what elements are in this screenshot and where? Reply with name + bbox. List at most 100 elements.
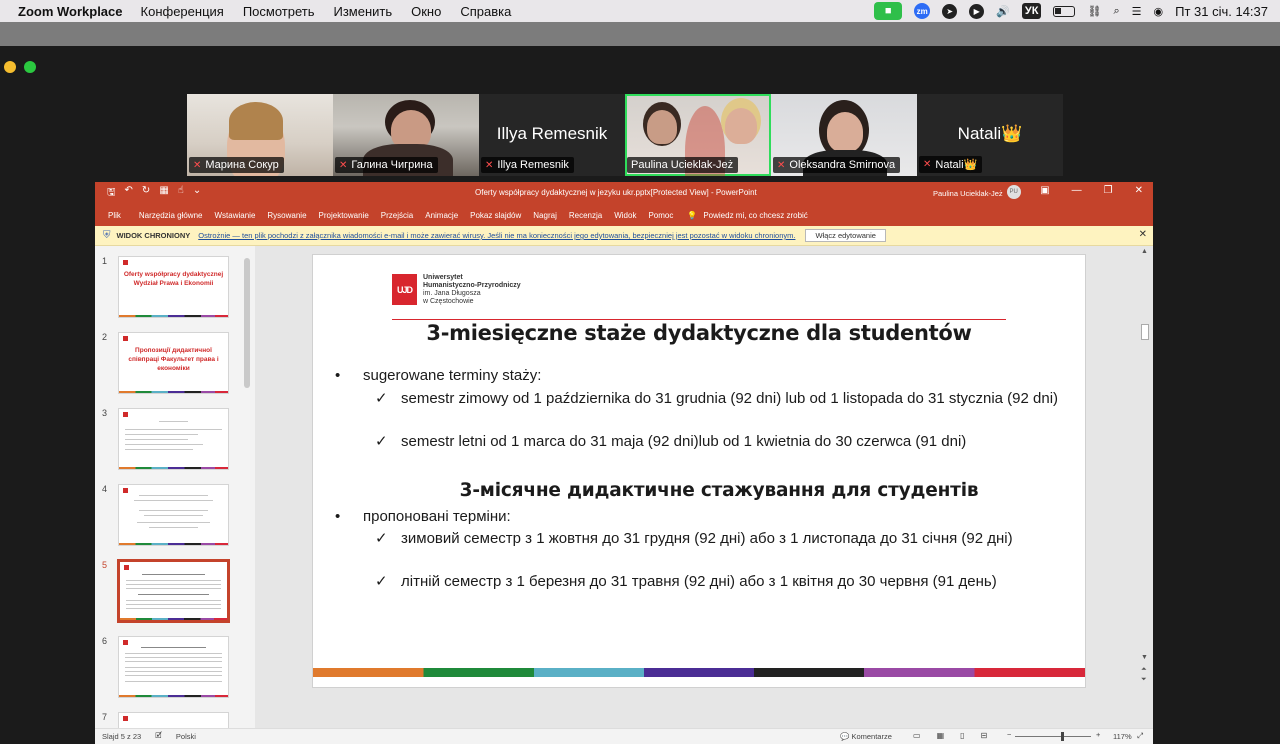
battery-icon[interactable] <box>1053 5 1076 17</box>
slide-thumbnail[interactable]: 6 <box>95 636 245 702</box>
menu-conference[interactable]: Конференция <box>141 4 224 19</box>
menu-edit[interactable]: Изменить <box>333 4 392 19</box>
comments-button[interactable]: 💬 Komentarze <box>840 732 892 741</box>
input-source-indicator[interactable]: УК <box>1021 3 1042 19</box>
protected-view-message[interactable]: Ostrożnie — ten plik pochodzi z załączni… <box>198 231 795 240</box>
slide-thumbnail[interactable]: 4 <box>95 484 245 550</box>
tell-me-search[interactable]: Powiedz mi, co chcesz zrobić <box>703 211 807 220</box>
participant-display-name: Illya Remesnik <box>496 124 608 143</box>
university-line: im. Jana Długosza <box>423 290 481 298</box>
ribbon-display-icon[interactable]: ▣ <box>1040 185 1049 196</box>
slide-sorter-icon[interactable]: ▦ <box>937 731 945 740</box>
participant-name: Natali👑 <box>935 159 978 171</box>
save-icon[interactable]: 🖫 <box>107 185 116 202</box>
tab-view[interactable]: Widok <box>614 211 636 220</box>
volume-icon[interactable]: 🔊 <box>996 3 1010 19</box>
fit-to-window-icon[interactable]: ⤢ <box>1137 731 1143 741</box>
present-icon[interactable]: ▦ <box>159 185 168 202</box>
language-indicator[interactable]: Polski <box>176 732 196 741</box>
thumbnails-scrollbar[interactable] <box>242 246 252 726</box>
slide-preview <box>118 712 229 728</box>
slideshow-view-icon[interactable]: ⊟ <box>981 731 988 740</box>
spellcheck-icon[interactable]: 🗹 <box>155 730 162 743</box>
normal-view-icon[interactable]: ▭ <box>913 731 921 740</box>
participant-tile[interactable]: ✕ Марина Сокур <box>187 94 333 176</box>
tab-file[interactable]: Plik <box>108 211 121 220</box>
slide-scrollbar[interactable]: ▲ ▼ ⏶ ⏷ <box>1139 246 1151 728</box>
tab-record[interactable]: Nagraj <box>533 211 557 220</box>
mic-muted-icon: ✕ <box>339 159 348 171</box>
restore-icon[interactable]: ❐ <box>1104 185 1113 196</box>
zoom-out-icon[interactable]: − <box>1007 730 1011 739</box>
slide-thumbnail[interactable]: 3 <box>95 408 245 474</box>
previous-slide-icon[interactable]: ⏶ <box>1141 666 1147 674</box>
minimize-button[interactable] <box>4 61 16 73</box>
undo-icon[interactable]: ↶ <box>125 185 133 202</box>
ppt-user[interactable]: Paulina Ucieklak-Jeż PU <box>933 185 1021 199</box>
zoom-status-icon[interactable]: zm <box>914 3 931 19</box>
tab-design[interactable]: Projektowanie <box>319 211 369 220</box>
zoom-slider-thumb[interactable] <box>1061 732 1064 741</box>
tab-review[interactable]: Recenzja <box>569 211 602 220</box>
clock[interactable]: Пт 31 січ. 14:37 <box>1175 4 1268 19</box>
scroll-down-icon[interactable]: ▼ <box>1141 654 1148 661</box>
text-line <box>144 515 203 516</box>
participant-name-tag: ✕ Марина Сокур <box>189 157 284 173</box>
tab-slideshow[interactable]: Pokaz slajdów <box>470 211 521 220</box>
status-bar: Slajd 5 z 23 🗹 Polski 💬 Komentarze ▭ ▦ ▯… <box>95 728 1153 744</box>
zoom-slider-track[interactable] <box>1015 736 1091 737</box>
color-stripe <box>313 668 1085 677</box>
next-slide-icon[interactable]: ⏷ <box>1141 676 1147 684</box>
tab-transitions[interactable]: Przejścia <box>381 211 413 220</box>
tab-animations[interactable]: Animacje <box>425 211 458 220</box>
tab-insert[interactable]: Wstawianie <box>214 211 255 220</box>
participant-tile[interactable]: ✕ Oleksandra Smirnova <box>771 94 917 176</box>
slide-thumbnail[interactable]: 1 Oferty współpracy dydaktycznej Wydział… <box>95 256 245 322</box>
scrollbar-thumb[interactable] <box>1141 324 1149 340</box>
scroll-up-icon[interactable]: ▲ <box>1141 248 1148 255</box>
tab-draw[interactable]: Rysowanie <box>267 211 306 220</box>
active-speaker-tile[interactable]: Paulina Ucieklak-Jeż <box>625 94 771 176</box>
tab-home[interactable]: Narzędzia główne <box>139 211 203 220</box>
close-icon[interactable]: ✕ <box>1139 229 1147 240</box>
minimize-icon[interactable]: — <box>1072 185 1082 196</box>
menu-view[interactable]: Посмотреть <box>243 4 315 19</box>
fullscreen-button[interactable] <box>24 61 36 73</box>
participant-tile[interactable]: Illya Remesnik ✕ Illya Remesnik <box>479 94 625 176</box>
menu-help[interactable]: Справка <box>460 4 511 19</box>
redo-icon[interactable]: ↻ <box>142 185 150 202</box>
customize-toolbar-icon[interactable]: ⌄ <box>193 185 201 202</box>
navigation-icon[interactable]: ➤ <box>942 3 958 19</box>
zoom-in-icon[interactable]: + <box>1096 730 1100 739</box>
slide-thumbnail-selected[interactable]: 5 <box>95 559 245 626</box>
slide-thumbnail[interactable]: 7 <box>95 712 245 728</box>
participant-tile[interactable]: ✕ Галина Чигрина <box>333 94 479 176</box>
siri-icon[interactable]: ◉ <box>1153 3 1163 19</box>
text-line <box>137 522 210 523</box>
scrollbar-thumb[interactable] <box>244 258 250 388</box>
reading-view-icon[interactable]: ▯ <box>960 731 964 740</box>
control-center-icon[interactable]: ☰ <box>1132 3 1142 19</box>
zoom-level[interactable]: 117% <box>1113 732 1132 741</box>
bullet-text: пропоновані терміни: <box>363 508 511 525</box>
enable-editing-button[interactable]: Włącz edytowanie <box>805 229 886 242</box>
current-slide[interactable]: UJD Uniwersytet Humanistyczno-Przyrodnic… <box>312 254 1086 688</box>
ujd-logo-mark: UJD <box>392 274 417 305</box>
slide-thumbnail[interactable]: 2 Пропозиції дидактичної співпраці Факул… <box>95 332 245 398</box>
slide-preview <box>117 559 230 623</box>
close-icon[interactable]: ✕ <box>1135 185 1143 196</box>
tab-help[interactable]: Pomoc <box>648 211 673 220</box>
participant-tile[interactable]: Natali👑 ✕ Natali👑 <box>917 94 1063 176</box>
menu-window[interactable]: Окно <box>411 4 441 19</box>
bullet-symbol: • <box>335 508 341 525</box>
app-menu-zoom[interactable]: Zoom Workplace <box>18 4 123 19</box>
touch-mode-icon[interactable]: ☝ <box>178 185 184 202</box>
color-stripe <box>120 618 227 620</box>
participant-video <box>827 112 863 152</box>
participant-name: Paulina Ucieklak-Jeż <box>631 159 734 171</box>
camera-in-use-icon[interactable]: ■ <box>874 2 903 20</box>
play-icon[interactable]: ▶ <box>969 3 985 19</box>
search-icon[interactable]: ⌕ <box>1113 3 1119 19</box>
protected-view-title: WIDOK CHRONIONY <box>116 231 191 240</box>
link-icon[interactable]: ⛓ <box>1087 3 1101 19</box>
